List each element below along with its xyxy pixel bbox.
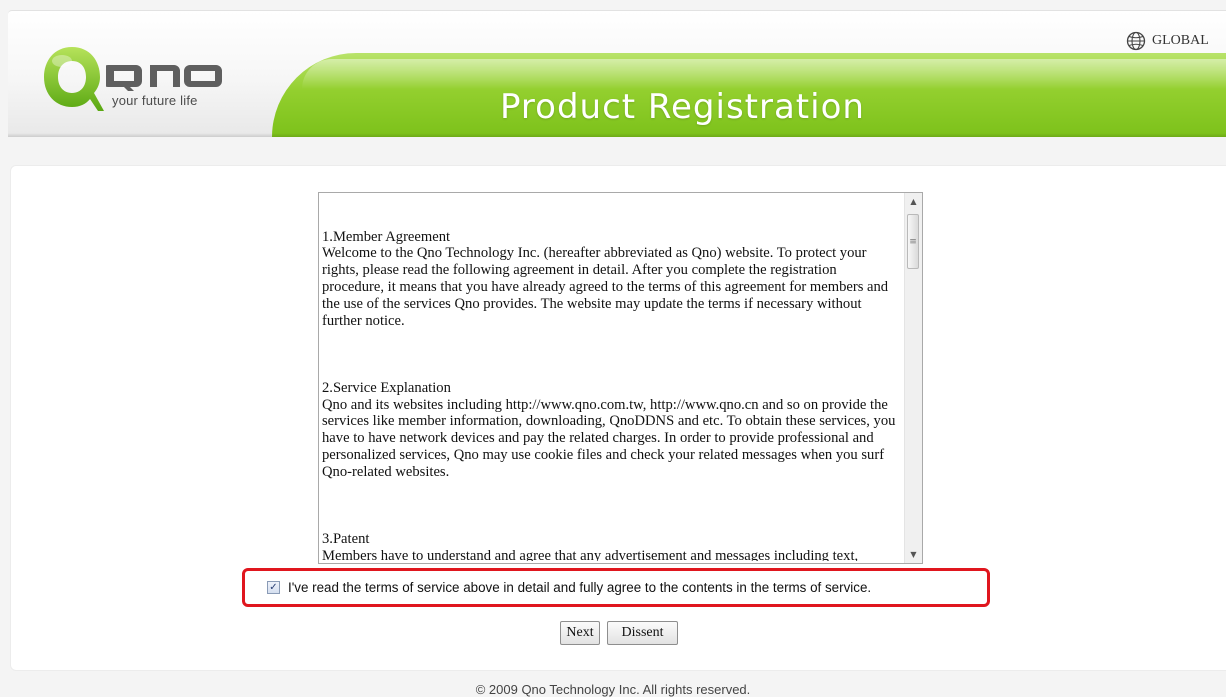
qno-logo-icon: [44, 47, 104, 111]
agreement-highlight: ✓ I've read the terms of service above i…: [242, 568, 990, 607]
terms-paragraph-service-explanation: 2.Service Explanation Qno and its websit…: [322, 379, 896, 480]
scroll-down-arrow-icon[interactable]: ▼: [905, 546, 922, 563]
qno-wordmark-logo: [106, 65, 222, 91]
terms-textarea[interactable]: 1.Member Agreement Welcome to the Qno Te…: [318, 192, 923, 564]
page-title: Product Registration: [500, 87, 865, 127]
terms-scrollbar[interactable]: ▲ ≡ ▼: [904, 193, 922, 563]
terms-text: 1.Member Agreement Welcome to the Qno Te…: [322, 195, 900, 561]
globe-icon: [1126, 31, 1146, 51]
global-label: GLOBAL: [1152, 33, 1209, 48]
registration-panel: 1.Member Agreement Welcome to the Qno Te…: [10, 165, 1226, 671]
agree-checkbox[interactable]: ✓: [267, 581, 280, 594]
footer-copyright: © 2009 Qno Technology Inc. All rights re…: [475, 682, 751, 697]
terms-paragraph-member-agreement: 1.Member Agreement Welcome to the Qno Te…: [322, 228, 889, 329]
terms-paragraph-patent: 3.Patent Members have to understand and …: [322, 530, 859, 561]
page-header: your future life Product Registration GL…: [8, 10, 1226, 137]
scroll-up-arrow-icon[interactable]: ▲: [905, 193, 922, 210]
scroll-thumb[interactable]: ≡: [907, 214, 919, 269]
dissent-button[interactable]: Dissent: [607, 621, 678, 645]
agree-checkbox-label[interactable]: I've read the terms of service above in …: [288, 580, 871, 595]
logo-tagline: your future life: [112, 93, 198, 108]
next-button[interactable]: Next: [560, 621, 600, 645]
global-link[interactable]: GLOBAL: [1126, 31, 1209, 51]
